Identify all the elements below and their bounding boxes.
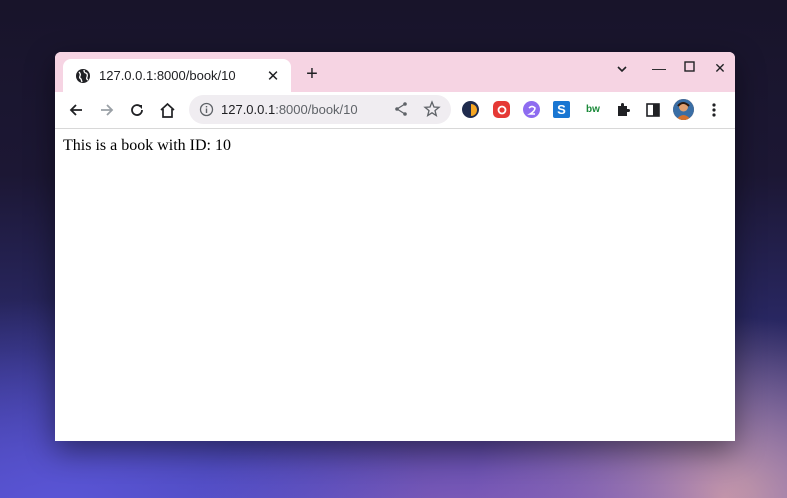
url-path: :8000/book/10 <box>275 102 358 117</box>
chevron-down-icon[interactable] <box>612 62 632 78</box>
toolbar: 127.0.0.1:8000/book/10 S bw <box>55 92 735 129</box>
home-icon[interactable] <box>155 98 179 122</box>
globe-icon <box>75 68 91 84</box>
forward-arrow-icon[interactable] <box>95 98 119 122</box>
back-arrow-icon[interactable] <box>64 98 88 122</box>
page-content: This is a book with ID: 10 <box>55 129 735 441</box>
extension-1-icon[interactable] <box>462 101 479 118</box>
bookmark-star-icon[interactable] <box>423 100 441 118</box>
tab-active[interactable]: 127.0.0.1:8000/book/10 ✕ <box>63 59 291 92</box>
tab-close-icon[interactable]: ✕ <box>265 67 281 85</box>
extension-3-icon[interactable] <box>523 101 540 118</box>
url-host: 127.0.0.1 <box>221 102 276 117</box>
minimize-button[interactable]: — <box>649 60 669 76</box>
maximize-button[interactable] <box>679 59 699 75</box>
reload-icon[interactable] <box>125 98 149 122</box>
site-info-icon[interactable] <box>199 102 214 117</box>
extensions-puzzle-icon[interactable] <box>614 101 631 118</box>
extension-4-icon[interactable]: S <box>553 101 570 118</box>
tab-title: 127.0.0.1:8000/book/10 <box>99 68 236 83</box>
window-close-button[interactable]: ✕ <box>710 60 730 77</box>
address-bar[interactable]: 127.0.0.1:8000/book/10 <box>189 95 451 124</box>
extension-5-icon[interactable]: bw <box>583 101 603 118</box>
side-panel-icon[interactable] <box>644 101 661 118</box>
page-text: This is a book with ID: 10 <box>63 137 231 154</box>
avatar[interactable] <box>673 99 694 120</box>
url-text[interactable]: 127.0.0.1:8000/book/10 <box>221 102 358 117</box>
kebab-menu-icon[interactable] <box>705 101 722 118</box>
tab-strip: 127.0.0.1:8000/book/10 ✕ + — ✕ <box>55 52 735 92</box>
browser-window: 127.0.0.1:8000/book/10 ✕ + — ✕ 127.0.0.1… <box>55 52 735 441</box>
new-tab-button[interactable]: + <box>301 63 323 85</box>
extension-2-icon[interactable] <box>493 101 510 118</box>
share-icon[interactable] <box>393 101 409 117</box>
